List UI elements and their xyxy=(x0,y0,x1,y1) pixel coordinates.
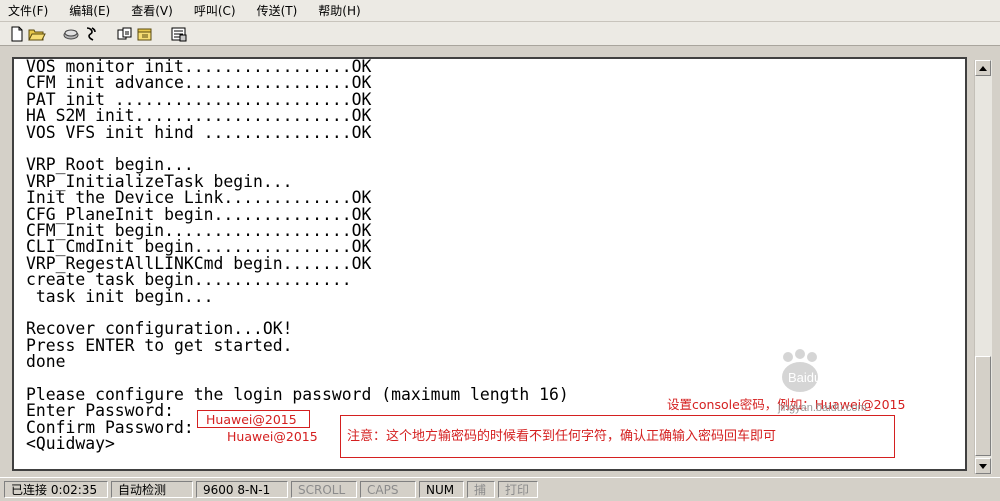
menu-file[interactable]: 文件(F) xyxy=(6,0,50,21)
scroll-down-icon[interactable] xyxy=(975,458,991,474)
console-line: Enter Password: xyxy=(26,401,175,421)
status-print: 打印 xyxy=(498,481,538,498)
console-line: HA S2M init......................OK xyxy=(26,106,372,126)
status-bar: 已连接 0:02:35 自动检测 9600 8-N-1 SCROLL CAPS … xyxy=(0,477,1000,501)
menu-view[interactable]: 查看(V) xyxy=(129,0,175,21)
console-line: Press ENTER to get started. xyxy=(26,335,293,355)
settings-icon[interactable] xyxy=(169,24,189,44)
menu-bar: 文件(F) 编辑(E) 查看(V) 呼叫(C) 传送(T) 帮助(H) xyxy=(0,0,1000,22)
enter-password-value: Huawei@2015 xyxy=(206,412,297,427)
confirm-password-value: Huawei@2015 xyxy=(227,429,318,444)
console-line: create task begin................ xyxy=(26,270,352,290)
console-line: done xyxy=(26,352,66,372)
status-connection: 已连接 0:02:35 xyxy=(4,481,108,498)
note-annotation: 注意：这个地方输密码的时候看不到任何字符，确认正确输入密码回车即可 xyxy=(347,429,777,444)
dial-icon[interactable] xyxy=(81,24,101,44)
console-line: <Quidway> xyxy=(26,434,115,454)
scroll-thumb[interactable] xyxy=(975,356,991,456)
watermark-url: jingyan.baidu.com xyxy=(778,402,867,414)
note-annotation-box: 注意：这个地方输密码的时候看不到任何字符，确认正确输入密码回车即可 xyxy=(340,415,895,458)
properties-icon[interactable] xyxy=(115,24,135,44)
console-line: CFM init advance.................OK xyxy=(26,73,372,93)
status-baud: 9600 8-N-1 xyxy=(196,481,288,498)
send-file-icon[interactable] xyxy=(135,24,155,44)
console-line: VOS VFS init hind ...............OK xyxy=(26,122,372,142)
enter-password-annotation-box: Huawei@2015 xyxy=(197,410,310,428)
status-scroll: SCROLL xyxy=(291,481,357,498)
menu-help[interactable]: 帮助(H) xyxy=(316,0,362,21)
disconnect-icon[interactable] xyxy=(61,24,81,44)
scroll-up-icon[interactable] xyxy=(975,60,991,76)
open-icon[interactable] xyxy=(27,24,47,44)
console-line: Recover configuration...OK! xyxy=(26,319,293,339)
status-capture: 捕 xyxy=(467,481,495,498)
console-line: Init the Device Link.............OK xyxy=(26,188,372,208)
status-num: NUM xyxy=(419,481,464,498)
console-line: CLI_CmdInit begin................OK xyxy=(26,237,372,257)
console-line: VRP_Root begin... xyxy=(26,155,194,175)
menu-call[interactable]: 呼叫(C) xyxy=(192,0,238,21)
console-line: task init begin... xyxy=(26,286,214,306)
status-caps: CAPS xyxy=(360,481,416,498)
watermark-logo-text: Baidu经验 xyxy=(788,370,847,385)
toolbar xyxy=(0,22,1000,46)
vertical-scrollbar[interactable] xyxy=(974,60,992,474)
menu-edit[interactable]: 编辑(E) xyxy=(67,0,112,21)
menu-transfer[interactable]: 传送(T) xyxy=(255,0,300,21)
baidu-watermark-logo: Baidu经验 xyxy=(782,349,847,392)
status-detect: 自动检测 xyxy=(111,481,193,498)
new-icon[interactable] xyxy=(7,24,27,44)
